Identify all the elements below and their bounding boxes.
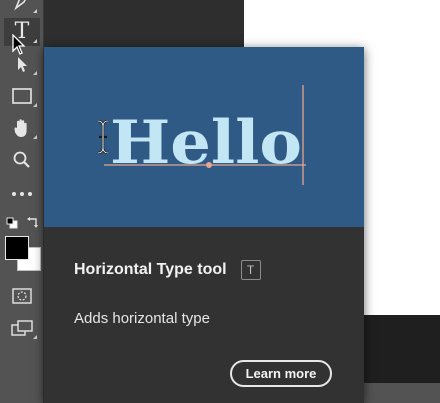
default-colors-icon xyxy=(6,216,18,233)
default-colors-button[interactable] xyxy=(6,216,18,229)
more-dots-icon xyxy=(11,191,33,197)
photoshop-workspace: T Hello Horizontal Type tool T Adds hori… xyxy=(0,0,440,403)
mouse-cursor-icon xyxy=(12,33,26,61)
status-bar-area xyxy=(364,383,440,403)
tooltip-description: Adds horizontal type xyxy=(74,310,210,327)
quick-mask-button[interactable] xyxy=(4,282,40,310)
preview-hello-text: Hello xyxy=(110,108,302,178)
hand-icon xyxy=(12,117,32,139)
swap-colors-button[interactable] xyxy=(26,215,40,229)
tooltip-title-row: Horizontal Type tool T xyxy=(74,260,261,280)
tooltip-title: Horizontal Type tool xyxy=(74,261,227,278)
edit-toolbar-button[interactable] xyxy=(4,180,40,208)
pen-tool-button[interactable] xyxy=(4,0,40,16)
shortcut-key-badge: T xyxy=(240,260,261,280)
zoom-tool-button[interactable] xyxy=(4,146,40,174)
learn-more-button[interactable]: Learn more xyxy=(230,360,332,387)
foreground-color-swatch[interactable] xyxy=(5,236,29,260)
rectangle-icon xyxy=(11,87,33,105)
quick-mask-icon xyxy=(11,287,33,305)
tooltip-preview-image: Hello xyxy=(44,47,364,227)
swap-colors-icon xyxy=(26,216,40,233)
zoom-icon xyxy=(12,150,32,170)
tool-tooltip-card: Hello Horizontal Type tool T Adds horizo… xyxy=(44,47,364,403)
screen-mode-icon xyxy=(10,319,34,337)
rectangle-tool-button[interactable] xyxy=(4,82,40,110)
screen-mode-button[interactable] xyxy=(4,314,40,342)
pen-icon xyxy=(12,0,32,12)
hand-tool-button[interactable] xyxy=(4,114,40,142)
